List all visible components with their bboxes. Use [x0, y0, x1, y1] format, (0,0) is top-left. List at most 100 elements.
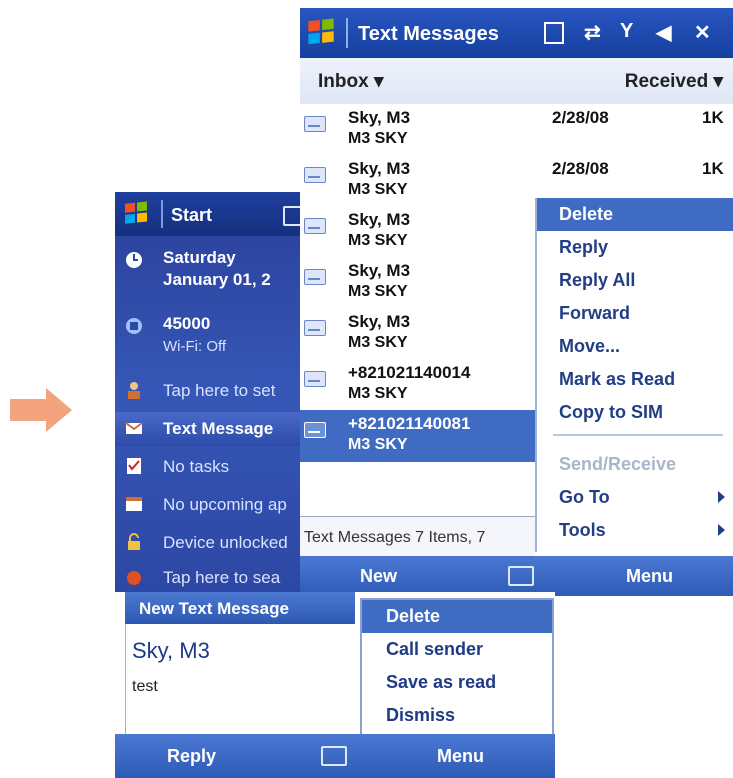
message-sender: Sky, M3 [348, 159, 411, 178]
menu-item-save-as-read[interactable]: Save as read [362, 666, 552, 699]
menu-item-go-to[interactable]: Go To [537, 481, 733, 514]
message-subject: M3 SKY [348, 181, 408, 198]
clock-icon [126, 252, 142, 268]
envelope-icon [304, 422, 326, 438]
menu-item-reply-all[interactable]: Reply All [537, 264, 733, 297]
sms-title-bar: Text Messages ⇄ Y ◀ ✕ [300, 8, 733, 58]
menu-item-forward[interactable]: Forward [537, 297, 733, 330]
app-text: Tap here to sea [163, 568, 281, 587]
notification-menu: Delete Call sender Save as read Dismiss [360, 598, 554, 736]
softkey-bar: New Menu [300, 556, 733, 596]
message-row[interactable]: Sky, M3 M3 SKY 2/28/08 1K [300, 104, 733, 156]
message-date: 2/28/08 [552, 108, 609, 127]
sms-title: Text Messages [358, 23, 499, 45]
today-owner-row[interactable]: Tap here to set [115, 374, 310, 408]
sort-dropdown[interactable]: Received ▾ [625, 70, 723, 93]
today-messages-row[interactable]: Text Message [115, 412, 310, 446]
menu-item-delete[interactable]: Delete [537, 198, 733, 231]
start-label[interactable]: Start [171, 205, 212, 226]
menu-item-dismiss[interactable]: Dismiss [362, 699, 552, 732]
submenu-arrow-icon [718, 524, 725, 536]
today-title-bar: Start [115, 192, 310, 236]
windows-start-icon[interactable] [306, 18, 336, 48]
reply-softkey[interactable]: Reply [167, 746, 216, 767]
sms-column-header: Inbox ▾ Received ▾ [300, 58, 733, 105]
message-sender: Sky, M3 [348, 312, 411, 331]
context-menu: Delete Reply Reply All Forward Move... M… [535, 198, 733, 552]
message-subject: M3 SKY [348, 334, 408, 351]
keyboard-icon[interactable] [321, 746, 347, 766]
arrow-right-icon [10, 388, 72, 432]
envelope-icon [304, 167, 326, 183]
message-sender: +821021140081 [348, 414, 471, 433]
message-subject: M3 SKY [348, 130, 408, 147]
menu-item-copy-to-sim[interactable]: Copy to SIM [537, 396, 733, 429]
menu-softkey[interactable]: Menu [626, 566, 673, 587]
menu-item-mark-as-read[interactable]: Mark as Read [537, 363, 733, 396]
envelope-icon [304, 320, 326, 336]
menu-softkey[interactable]: Menu [437, 746, 484, 767]
sim-icon[interactable] [544, 22, 564, 44]
item-count: Text Messages 7 Items, 7 [304, 529, 486, 546]
envelope-icon [125, 422, 143, 434]
lock-icon [128, 533, 140, 550]
today-lock-row[interactable]: Device unlocked [115, 526, 310, 560]
tasks-text: No tasks [163, 457, 230, 476]
status-bar: Text Messages 7 Items, 7 [300, 516, 535, 557]
sync-icon[interactable]: ⇄ [584, 20, 601, 45]
today-app-row[interactable]: Tap here to sea [115, 564, 310, 592]
menu-item-delete[interactable]: Delete [362, 600, 552, 633]
message-size: 1K [702, 108, 724, 127]
today-screen: Start Saturday January 01, 2 45000 Wi-Fi… [115, 192, 310, 592]
menu-item-send-receive: Send/Receive [559, 454, 677, 474]
new-message-notification: New Text Message Sky, M3 test Delete Cal… [115, 592, 555, 778]
today-tasks-row[interactable]: No tasks [115, 450, 310, 484]
wifi-status: Wi-Fi: Off [163, 338, 227, 355]
today-calendar-row[interactable]: No upcoming ap [115, 488, 310, 522]
today-date-row[interactable]: Saturday January 01, 2 [115, 244, 310, 300]
menu-separator [553, 434, 723, 436]
notification-body: Sky, M3 test [125, 624, 356, 734]
windows-start-icon[interactable] [123, 201, 149, 227]
network-icon [126, 318, 142, 334]
menu-item-move[interactable]: Move... [537, 330, 733, 363]
message-size: 1K [702, 159, 724, 178]
new-softkey[interactable]: New [360, 566, 397, 587]
volume-icon[interactable]: ◀ [656, 20, 671, 45]
message-sender: Sky, M3 [348, 108, 411, 127]
message-sender: Sky, M3 [348, 261, 411, 280]
app-icon [127, 571, 141, 585]
message-subject: M3 SKY [348, 436, 408, 453]
message-date: 2/28/08 [552, 159, 609, 178]
keyboard-icon[interactable] [508, 566, 534, 586]
calendar-icon [126, 497, 142, 511]
messages-text: Text Message [163, 419, 274, 438]
envelope-icon [304, 269, 326, 285]
notification-sender: Sky, M3 [132, 638, 210, 663]
date-full: January 01, 2 [163, 270, 271, 289]
message-subject: M3 SKY [348, 232, 408, 249]
menu-item-reply[interactable]: Reply [537, 231, 733, 264]
owner-text: Tap here to set [163, 381, 276, 400]
menu-item-call-sender[interactable]: Call sender [362, 633, 552, 666]
menu-item-tools[interactable]: Tools [537, 514, 733, 547]
folder-dropdown[interactable]: Inbox ▾ [318, 70, 383, 93]
notification-title-bar: New Text Message [125, 592, 355, 624]
tasks-icon [127, 458, 141, 474]
message-sender: +821021140014 [348, 363, 471, 382]
envelope-icon [304, 116, 326, 132]
close-icon[interactable]: ✕ [694, 20, 711, 45]
message-subject: M3 SKY [348, 385, 408, 402]
date-day: Saturday [163, 248, 236, 267]
network-name: 45000 [163, 314, 211, 333]
submenu-arrow-icon [718, 491, 725, 503]
today-network-row[interactable]: 45000 Wi-Fi: Off [115, 310, 310, 362]
message-sender: Sky, M3 [348, 210, 411, 229]
lock-text: Device unlocked [163, 533, 288, 552]
notification-softkey-bar: Reply Menu [115, 734, 555, 778]
signal-icon[interactable]: Y [620, 20, 633, 43]
notification-title: New Text Message [139, 599, 289, 618]
calendar-text: No upcoming ap [163, 495, 287, 514]
envelope-icon [304, 371, 326, 387]
message-subject: M3 SKY [348, 283, 408, 300]
